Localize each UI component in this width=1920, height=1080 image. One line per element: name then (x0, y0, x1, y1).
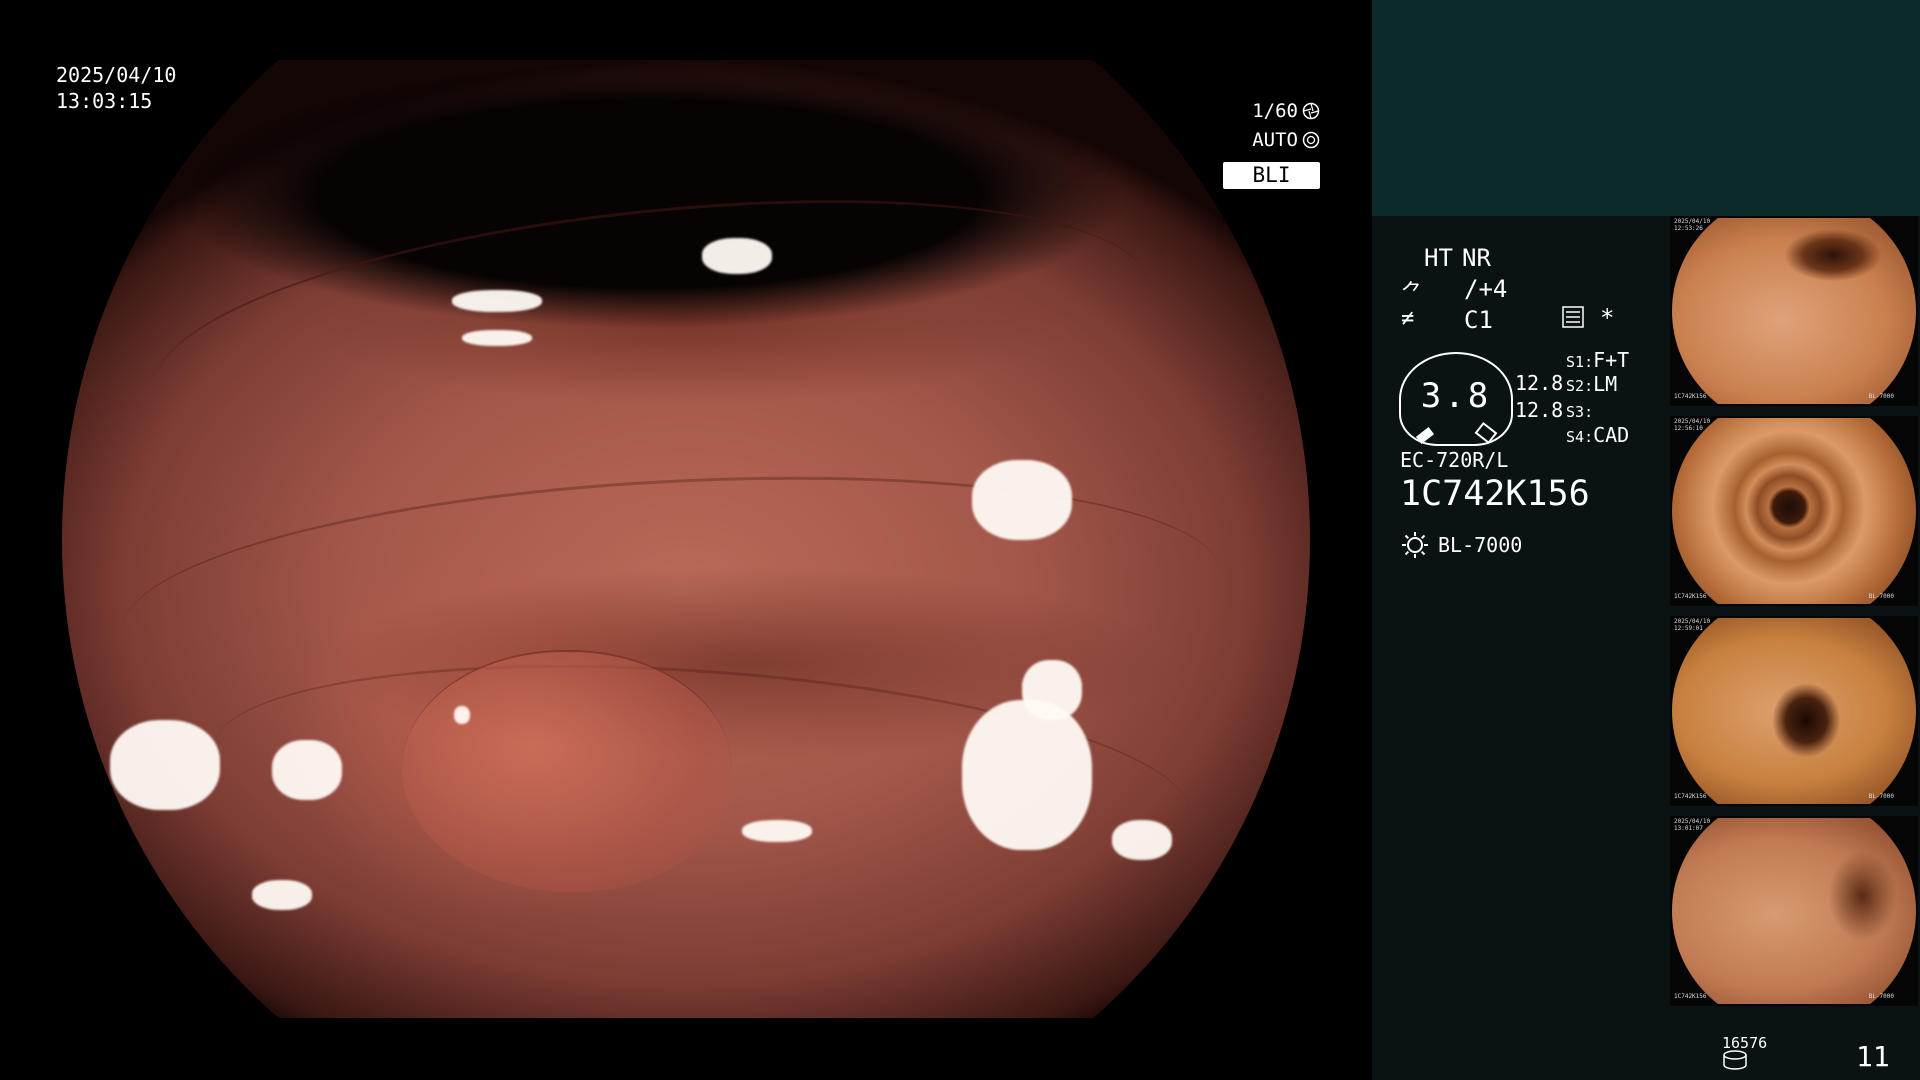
glare (110, 720, 220, 810)
ht-indicator: HT (1424, 244, 1453, 272)
zoom-gauge: 3.8 (1399, 352, 1513, 446)
thumbnail-serial: 1C742K156 (1674, 793, 1707, 800)
glare (462, 330, 532, 346)
switch-key: S1 (1566, 353, 1585, 371)
glare (252, 880, 312, 910)
switch-key: S2 (1566, 377, 1585, 395)
switch-slot-1: S1:F+T (1566, 348, 1630, 372)
color-mode-icon: ≠ (1401, 306, 1415, 331)
switch-key: S3 (1566, 403, 1585, 421)
thumbnail-datetime: 2025/04/10 12:56:10 (1674, 418, 1711, 432)
date-label: 2025/04/10 (56, 63, 177, 87)
zoom-value: 3.8 (1420, 376, 1492, 416)
capture-thumbnail[interactable]: 2025/04/10 12:59:01 1C742K156 BL-7000 (1670, 616, 1918, 806)
thumbnail-image (1672, 618, 1916, 804)
menu-list-icon (1562, 306, 1584, 328)
switch-value: LM (1593, 372, 1618, 396)
glare (962, 700, 1092, 850)
date-time: 2025/04/10 13:03:15 (56, 62, 176, 114)
thumbnail-light: BL-7000 (1868, 993, 1894, 1000)
glare (1112, 820, 1172, 860)
capture-thumbnail[interactable]: 2025/04/10 12:53:26 1C742K156 BL-7000 (1670, 216, 1918, 406)
switch-value: CAD (1593, 423, 1630, 447)
glare (452, 290, 542, 312)
light-source-model: BL-7000 (1438, 533, 1523, 557)
thumbnail-image (1672, 218, 1916, 404)
asterisk-indicator: * (1600, 304, 1615, 332)
scope-model: EC-720R/L (1400, 448, 1509, 472)
observation-mode-badge: BLI (1223, 162, 1320, 189)
switch-slot-3: S3: (1566, 403, 1594, 421)
thumbnail-light: BL-7000 (1868, 393, 1894, 400)
thumbnail-light: BL-7000 (1868, 593, 1894, 600)
thumbnail-image (1672, 818, 1916, 1004)
capture-thumbnail[interactable]: 2025/04/10 12:56:10 1C742K156 BL-7000 (1670, 416, 1918, 606)
iris-value: AUTO (1252, 129, 1298, 151)
glare (454, 706, 470, 724)
thumbnail-datetime: 2025/04/10 12:59:01 (1674, 618, 1711, 632)
thumbnail-serial: 1C742K156 (1674, 393, 1707, 400)
glare (702, 238, 772, 274)
shutter-readout: 1/60 (1252, 98, 1320, 124)
thumbnail-datetime: 2025/04/10 13:01:07 (1674, 818, 1711, 832)
time-label: 13:03:15 (56, 89, 153, 113)
zoom-wide-marker (1415, 427, 1435, 444)
structure-enhancement-icon: ⺈ (1401, 281, 1424, 306)
thumbnail-image (1672, 418, 1916, 604)
glare (272, 740, 342, 800)
thumbnail-serial: 1C742K156 (1674, 593, 1707, 600)
nr-indicator: NR (1462, 244, 1491, 272)
thumbnail-serial: 1C742K156 (1674, 993, 1707, 1000)
zoom-tele-marker (1474, 421, 1498, 445)
switch-slot-2: S2:LM (1566, 372, 1618, 396)
database-icon (1723, 1050, 1747, 1070)
scope-serial: 1C742K156 (1400, 474, 1590, 514)
structure-enhancement-value: /+4 (1464, 275, 1508, 303)
zoom-lower-value: 12.8 (1515, 398, 1564, 422)
panel-header-area (1372, 0, 1920, 216)
switch-slot-4: S4:CAD (1566, 423, 1630, 447)
endoscope-main-view: 2025/04/10 13:03:15 1/60 AUTO BLI (0, 0, 1372, 1080)
thumbnail-light: BL-7000 (1868, 793, 1894, 800)
zoom-upper-value: 12.8 (1515, 371, 1564, 395)
glare (742, 820, 812, 842)
glare (972, 460, 1072, 540)
shutter-value: 1/60 (1252, 100, 1298, 122)
iris-icon (1302, 131, 1320, 149)
thumbnail-datetime: 2025/04/10 12:53:26 (1674, 218, 1711, 232)
endoscopic-image (62, 60, 1310, 1018)
frame-number: 11 (1856, 1040, 1890, 1073)
iris-readout: AUTO (1252, 127, 1320, 153)
glare (1022, 660, 1082, 720)
color-mode-value: C1 (1464, 306, 1493, 334)
switch-value: F+T (1593, 348, 1630, 372)
light-source-icon (1402, 532, 1428, 558)
capture-thumbnail[interactable]: 2025/04/10 13:01:07 1C742K156 BL-7000 (1670, 816, 1918, 1006)
polyp (402, 650, 732, 892)
switch-key: S4 (1566, 428, 1585, 446)
shutter-icon (1302, 102, 1320, 120)
info-panel: HT NR ⺈ /+4 ≠ C1 * 3.8 12.8 12.8 S1:F+T … (1372, 0, 1920, 1080)
